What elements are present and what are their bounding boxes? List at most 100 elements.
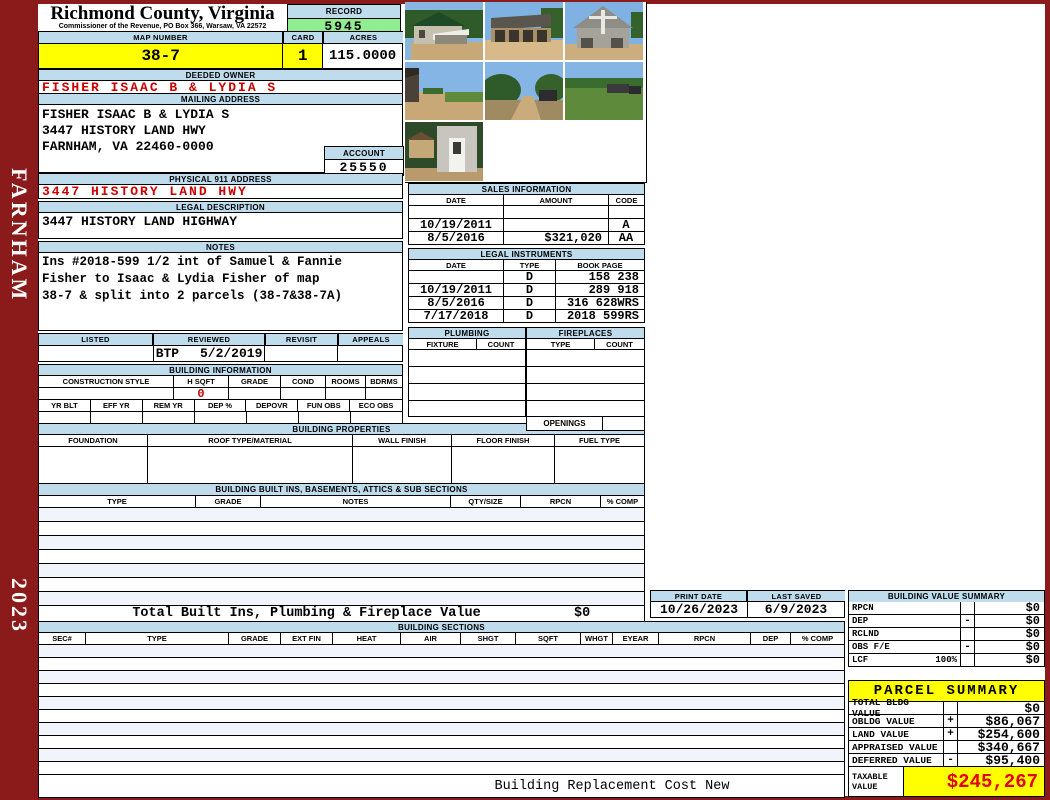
roof-header: ROOF TYPE/MATERIAL — [148, 435, 353, 446]
bvs-row-op: - — [961, 615, 975, 627]
notes-line-1: Ins #2018-599 1/2 int of Samuel & Fannie — [42, 255, 343, 269]
cond-value — [281, 388, 326, 399]
bs-air-header: AIR — [401, 633, 461, 644]
map-number-value: 38-7 — [39, 44, 284, 68]
bvs-row: RPCN $0 — [848, 601, 1045, 615]
legal-instrument-row: 7/17/2018 D 2018 599RS — [408, 309, 645, 323]
legal-instrument-row: D 158 238 — [408, 270, 645, 284]
sales-amount — [504, 219, 609, 231]
print-info-table: PRINT DATE LAST SAVED 10/26/2023 6/9/202… — [650, 590, 845, 618]
bs-type-header: TYPE — [86, 633, 229, 644]
built-ins-total-row: Total Built Ins, Plumbing & Fireplace Va… — [38, 605, 645, 622]
acres-value: 115.0000 — [329, 48, 397, 64]
mailing-line-1: FISHER ISAAC B & LYDIA S — [42, 107, 230, 122]
bi-qty-header: QTY/SIZE — [451, 496, 521, 507]
built-ins-table: TYPE GRADE NOTES QTY/SIZE RPCN % COMP To… — [38, 495, 645, 622]
li-type: D — [504, 309, 556, 323]
li-bookpage-header: BOOK PAGE — [577, 260, 623, 270]
construction-style-header: CONSTRUCTION STYLE — [39, 376, 174, 387]
bs-whgt-header: WHGT — [581, 633, 613, 644]
plumbing-table: FIXTURE COUNT — [408, 338, 526, 417]
appeals-header: APPEALS — [338, 333, 403, 346]
sales-amount — [504, 206, 609, 218]
bvs-row-value: $0 — [1025, 627, 1040, 641]
bi-notes-header: NOTES — [261, 496, 451, 507]
depovr-header: DEPOVR — [246, 400, 299, 411]
legal-description-value: 3447 HISTORY LAND HIGHWAY — [38, 212, 403, 239]
li-bookpage: 289 918 — [588, 283, 639, 297]
foundation-header: FOUNDATION — [39, 435, 148, 446]
bs-dep-header: DEP — [751, 633, 791, 644]
ps-row-value: $86,067 — [985, 713, 1040, 729]
print-date-value: 10/26/2023 — [651, 602, 748, 617]
li-date: 7/17/2018 — [409, 309, 504, 323]
sales-date — [409, 206, 504, 218]
li-date: 10/19/2011 — [409, 283, 504, 297]
legal-instrument-row: 10/19/2011 D 289 918 — [408, 283, 645, 297]
record-label: RECORD — [287, 4, 401, 19]
bvs-row-value: $0 — [1025, 653, 1040, 667]
deppct-header: DEP % — [195, 400, 247, 411]
taxable-value-row: TAXABLE VALUE $245,267 — [848, 767, 1045, 797]
account-label: ACCOUNT — [324, 146, 404, 160]
legal-instrument-row: 8/5/2016 D 316 628WRS — [408, 296, 645, 310]
built-ins-total-label: Total Built Ins, Plumbing & Fireplace Va… — [132, 606, 481, 621]
photo-dirt-road-through-trees — [485, 62, 563, 120]
li-bookpage: 2018 599RS — [566, 309, 639, 323]
sales-code: AA — [618, 231, 634, 245]
tax-year-label: 2023 — [7, 578, 32, 634]
account-box: ACCOUNT 25550 — [324, 146, 404, 176]
bvs-row-op — [961, 654, 975, 666]
county-title: Richmond County, Virginia — [50, 3, 275, 24]
li-type: D — [504, 270, 556, 284]
legal-instruments-table: DATE TYPE BOOK PAGE D 158 238 10/19/2011… — [408, 259, 645, 323]
photo-blank-area — [483, 122, 646, 181]
floor-finish-header: FLOOR FINISH — [452, 435, 555, 446]
bvs-row-label2: 100% — [935, 655, 957, 665]
ps-row-label: OBLDG VALUE — [852, 715, 915, 727]
ps-row-value: $254,600 — [977, 726, 1040, 742]
bvs-row-value: $0 — [1025, 614, 1040, 628]
building-replacement-footer: Building Replacement Cost New — [38, 774, 845, 798]
bs-eyear-header: EYEAR — [613, 633, 659, 644]
bvs-row: DEP - $0 — [848, 614, 1045, 628]
sales-information-table: DATE AMOUNT CODE 10/19/2011 A 8/5/2016 $… — [408, 194, 645, 245]
li-bookpage: 158 238 — [588, 270, 639, 284]
openings-label: OPENINGS — [527, 417, 603, 430]
building-sections-empty-rows — [38, 644, 845, 775]
grade-value — [229, 388, 281, 399]
reviewed-by: BTP — [155, 346, 180, 361]
remyr-header: REM YR — [143, 400, 195, 411]
review-table: LISTED REVIEWED REVISIT APPEALS BTP 5/2/… — [38, 333, 403, 362]
bvs-row-op — [961, 602, 975, 614]
bvs-row-label: OBS F/E — [852, 642, 890, 652]
ps-row-label: APPRAISED VALUE — [852, 741, 938, 753]
mailing-line-2: 3447 HISTORY LAND HWY — [42, 123, 206, 138]
bi-rpcn-header: RPCN — [521, 496, 601, 507]
ps-row-op — [944, 702, 958, 714]
bi-grade-header: GRADE — [196, 496, 261, 507]
sales-date-header: DATE — [409, 195, 504, 205]
sales-date: 8/5/2016 — [409, 231, 504, 245]
sales-date: 10/19/2011 — [409, 218, 504, 232]
photo-equipment-in-field — [565, 62, 643, 120]
fuel-type-header: FUEL TYPE — [578, 436, 621, 445]
ps-row-label: LAND VALUE — [852, 728, 910, 740]
deeded-owner-value: FISHER ISAAC B & LYDIA S — [38, 80, 403, 95]
parcel-summary-table: TOTAL BLDG VALUE $0 OBLDG VALUE + $86,06… — [848, 697, 1045, 797]
bvs-row: RCLND $0 — [848, 627, 1045, 641]
bvs-row-op: - — [961, 641, 975, 653]
photo-building-corner-with-white-door — [405, 122, 483, 181]
construction-style-value — [39, 388, 174, 399]
sales-code — [609, 206, 643, 218]
bs-shgt-header: SHGT — [461, 633, 516, 644]
ps-row-label: DEFERRED VALUE — [852, 754, 932, 766]
mailing-address-block: FISHER ISAAC B & LYDIA S 3447 HISTORY LA… — [38, 104, 404, 176]
sales-row: 10/19/2011 A — [408, 218, 645, 232]
bvs-row-op — [961, 628, 975, 640]
revisit-header: REVISIT — [265, 333, 338, 346]
building-sections-table: SEC# TYPE GRADE EXT FIN HEAT AIR SHGT SQ… — [38, 632, 845, 798]
li-date — [409, 271, 504, 283]
ps-row-value: $340,667 — [977, 739, 1040, 755]
bvs-row-value: $0 — [1025, 640, 1040, 654]
